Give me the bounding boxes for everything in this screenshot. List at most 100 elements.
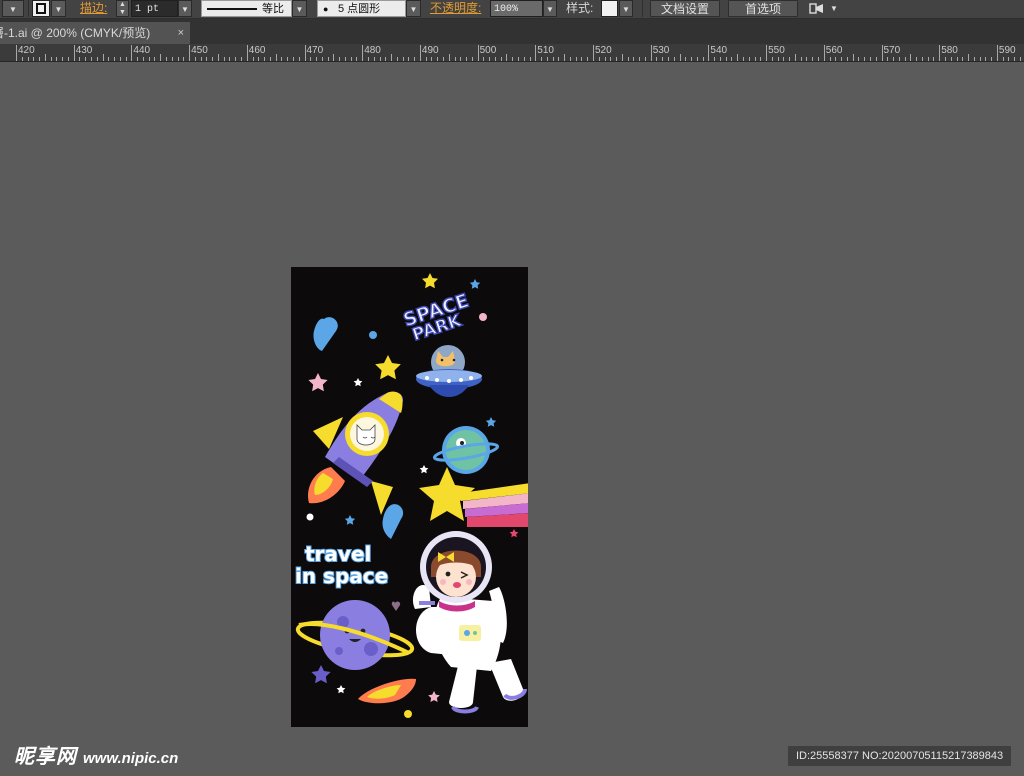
ruler-minor-tick bbox=[454, 57, 456, 61]
ruler-minor-tick bbox=[587, 57, 589, 61]
ruler-minor-tick bbox=[494, 57, 496, 61]
variable-width-profile[interactable]: 等比 bbox=[201, 0, 292, 17]
ruler-minor-tick bbox=[864, 57, 866, 61]
profile-dropdown[interactable]: ▼ bbox=[292, 0, 307, 17]
ruler-minor-tick bbox=[714, 57, 716, 61]
ruler-minor-tick bbox=[344, 57, 346, 61]
ruler-minor-tick bbox=[921, 57, 923, 61]
ruler-minor-tick bbox=[806, 57, 808, 61]
ruler-minor-tick bbox=[258, 57, 260, 61]
ruler-minor-tick bbox=[114, 57, 116, 61]
artboard[interactable]: SPACE PARK travel in space bbox=[291, 267, 528, 727]
ruler-label: 580 bbox=[941, 45, 958, 56]
ruler-minor-tick bbox=[1008, 57, 1010, 61]
ruler-minor-tick bbox=[137, 57, 139, 61]
arrange-documents-icon[interactable] bbox=[808, 0, 826, 17]
ruler-minor-tick bbox=[569, 57, 571, 61]
ruler-major-tick bbox=[823, 45, 825, 61]
stroke-weight-dropdown[interactable]: ▼ bbox=[178, 0, 192, 17]
ruler-minor-tick bbox=[985, 57, 987, 61]
panel-menu-icon[interactable]: ▼ bbox=[830, 0, 840, 17]
ruler-minor-tick bbox=[875, 57, 877, 61]
ruler-minor-tick bbox=[396, 57, 398, 61]
ruler-minor-tick bbox=[200, 57, 202, 61]
ruler-minor-tick bbox=[627, 57, 629, 61]
ruler-minor-tick bbox=[241, 57, 243, 61]
ruler-minor-tick bbox=[321, 57, 323, 61]
ruler-minor-tick bbox=[789, 57, 791, 61]
chevron-down-icon: ▼ bbox=[54, 5, 63, 14]
graphic-style-swatch[interactable] bbox=[601, 0, 618, 17]
opacity-label[interactable]: 不透明度: bbox=[430, 0, 484, 17]
ruler-label: 530 bbox=[652, 45, 670, 56]
ruler-minor-tick bbox=[356, 57, 358, 61]
chevron-down-icon: ▼ bbox=[622, 5, 630, 14]
ruler-label: 540 bbox=[710, 45, 728, 56]
document-tab[interactable]: 層-1.ai @ 200% (CMYK/预览) × bbox=[0, 22, 190, 44]
ruler-minor-tick bbox=[748, 57, 750, 61]
stroke-swatch[interactable] bbox=[32, 0, 50, 17]
ruler-minor-tick bbox=[483, 57, 485, 61]
brush-definition[interactable]: ● 5 点圆形 bbox=[317, 0, 406, 17]
control-bar: ▼ ▼ 描边: ▲ ▼ 1 pt ▼ 等比 ▼ ● 5 点圆形 ▼ 不透明度: 1… bbox=[0, 0, 1024, 19]
ruler-minor-tick bbox=[206, 57, 208, 61]
ruler-label: 560 bbox=[825, 45, 843, 56]
ruler-label: 440 bbox=[133, 45, 151, 56]
ruler-minor-tick bbox=[673, 57, 675, 61]
ruler-minor-tick bbox=[85, 57, 87, 61]
opacity-field[interactable]: 100% bbox=[490, 0, 543, 17]
ruler-minor-tick bbox=[564, 54, 566, 61]
ruler-minor-tick bbox=[633, 57, 635, 61]
ruler-minor-tick bbox=[743, 57, 745, 61]
ruler-minor-tick bbox=[523, 57, 525, 61]
brush-dropdown[interactable]: ▼ bbox=[406, 0, 421, 17]
document-setup-button[interactable]: 文档设置 bbox=[650, 0, 720, 17]
ruler-major-tick bbox=[131, 45, 133, 61]
ruler-minor-tick bbox=[408, 57, 410, 61]
ruler-minor-tick bbox=[281, 57, 283, 61]
ruler-minor-tick bbox=[264, 57, 266, 61]
ruler-minor-tick bbox=[685, 57, 687, 61]
chevron-down-icon: ▼ bbox=[9, 5, 17, 14]
ruler-minor-tick bbox=[500, 57, 502, 61]
ruler-minor-tick bbox=[171, 57, 173, 61]
horizontal-ruler[interactable]: 420 430 440 450 460 470 480 490 500 510 520 530 540 5… bbox=[0, 44, 1024, 62]
ruler-major-tick bbox=[246, 45, 248, 61]
ruler-minor-tick bbox=[183, 57, 185, 61]
ruler-major-tick bbox=[189, 45, 191, 61]
ruler-minor-tick bbox=[67, 57, 69, 61]
ruler-minor-tick bbox=[414, 57, 416, 61]
ruler-minor-tick bbox=[223, 57, 225, 61]
stroke-stepper[interactable]: ▲ ▼ bbox=[116, 0, 129, 17]
ruler-minor-tick bbox=[269, 57, 271, 61]
opacity-dropdown[interactable]: ▼ bbox=[543, 0, 557, 17]
ruler-minor-tick bbox=[598, 57, 600, 61]
ruler-minor-tick bbox=[177, 57, 179, 61]
style-dropdown[interactable]: ▼ bbox=[619, 0, 633, 17]
ruler-minor-tick bbox=[310, 57, 312, 61]
ruler-label: 570 bbox=[883, 45, 901, 56]
close-icon[interactable]: × bbox=[178, 22, 184, 44]
chevron-down-icon: ▼ bbox=[181, 5, 189, 14]
ruler-major-tick bbox=[766, 45, 768, 61]
fill-dropdown[interactable]: ▼ bbox=[2, 0, 24, 17]
ruler-minor-tick bbox=[217, 54, 219, 61]
ruler-minor-tick bbox=[581, 57, 583, 61]
ruler-minor-tick bbox=[96, 57, 98, 61]
ruler-minor-tick bbox=[27, 57, 29, 61]
ruler-label: 480 bbox=[364, 45, 381, 56]
ruler-minor-tick bbox=[973, 57, 975, 61]
ruler-minor-tick bbox=[350, 57, 352, 61]
ruler-minor-tick bbox=[962, 57, 964, 61]
ruler-minor-tick bbox=[292, 57, 294, 61]
stroke-label[interactable]: 描边: bbox=[80, 0, 110, 17]
ruler-minor-tick bbox=[489, 57, 491, 61]
stroke-dropdown[interactable]: ▼ bbox=[51, 0, 66, 17]
preferences-button[interactable]: 首选项 bbox=[728, 0, 798, 17]
ruler-minor-tick bbox=[448, 54, 450, 61]
stroke-weight-field[interactable]: 1 pt bbox=[131, 0, 178, 17]
ruler-minor-tick bbox=[517, 57, 519, 61]
ruler-minor-tick bbox=[21, 57, 23, 61]
ruler-major-tick bbox=[16, 45, 17, 61]
ruler-minor-tick bbox=[437, 57, 439, 61]
